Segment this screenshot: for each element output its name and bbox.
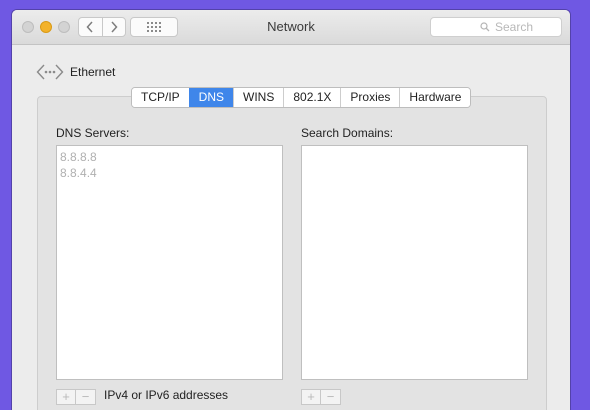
dns-server-item[interactable]: 8.8.4.4 — [57, 165, 282, 181]
tab-802-1x[interactable]: 802.1X — [283, 88, 341, 107]
search-input[interactable] — [430, 17, 562, 37]
tab-hardware[interactable]: Hardware — [399, 88, 471, 107]
interface-name: Ethernet — [70, 65, 116, 79]
search-domains-list[interactable] — [301, 145, 528, 380]
dns-servers-add-remove: + − — [56, 389, 96, 405]
search-icon — [480, 22, 490, 32]
search-domains-add-remove: + − — [301, 389, 341, 405]
remove-dns-server-button[interactable]: − — [76, 389, 96, 405]
add-dns-server-button[interactable]: + — [56, 389, 76, 405]
dns-servers-list[interactable]: 8.8.8.8 8.8.4.4 — [56, 145, 283, 380]
interface-header: Ethernet — [36, 62, 115, 82]
dns-server-item[interactable]: 8.8.8.8 — [57, 149, 282, 165]
tab-bar: TCP/IP DNS WINS 802.1X Proxies Hardware — [131, 87, 472, 108]
tab-dns[interactable]: DNS — [188, 88, 234, 107]
dns-servers-label: DNS Servers: — [56, 126, 130, 140]
add-search-domain-button[interactable]: + — [301, 389, 321, 405]
title-bar: Network — [12, 10, 570, 45]
network-window: Network Ethernet TCP/IP DNS WINS 802.1X … — [12, 10, 570, 410]
tab-wins[interactable]: WINS — [233, 88, 284, 107]
tab-tcp-ip[interactable]: TCP/IP — [132, 88, 189, 107]
ethernet-icon — [36, 64, 64, 80]
tab-proxies[interactable]: Proxies — [340, 88, 400, 107]
remove-search-domain-button[interactable]: − — [321, 389, 341, 405]
search-domains-label: Search Domains: — [301, 126, 394, 140]
